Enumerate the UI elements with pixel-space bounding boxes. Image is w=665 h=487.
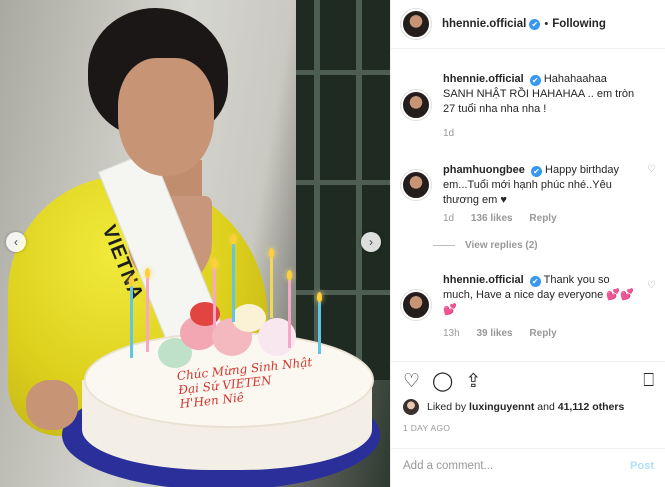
- hand: [26, 380, 78, 430]
- next-photo-button[interactable]: ›: [361, 232, 381, 252]
- like-comment-heart-icon[interactable]: ♡: [647, 164, 656, 175]
- header-username[interactable]: hhennie.official: [442, 18, 526, 30]
- candle: [146, 278, 149, 352]
- likes-and: and: [537, 401, 555, 413]
- avatar[interactable]: [401, 290, 431, 320]
- comment-username[interactable]: hhennie.official: [443, 73, 524, 85]
- candle-flame: [129, 276, 134, 286]
- candle-flame: [212, 258, 217, 268]
- add-comment-bar: Post: [391, 448, 665, 481]
- avatar[interactable]: [401, 170, 431, 200]
- avatar[interactable]: [401, 90, 431, 120]
- likes-user[interactable]: luxinguyennt: [469, 401, 534, 413]
- comments-list[interactable]: hhennie.official ✔ Hahahaahaa SANH NHẬT …: [391, 50, 665, 360]
- bookmark-icon[interactable]: ⎕: [643, 370, 654, 391]
- candle: [288, 280, 291, 348]
- verified-badge-icon: ✔: [529, 276, 541, 287]
- action-icons: ♡ ◯ ⇪: [403, 370, 481, 393]
- likes-summary: Liked by luxinguyennt and 41,112 others: [403, 399, 624, 415]
- avatar[interactable]: [403, 399, 419, 415]
- comment-icon[interactable]: ◯: [432, 370, 453, 393]
- comment-time[interactable]: 1d: [443, 213, 454, 224]
- separator-dot: •: [544, 18, 549, 30]
- verified-badge-icon: ✔: [529, 75, 541, 86]
- candle-flame: [145, 268, 150, 278]
- likes-prefix: Liked by: [427, 401, 467, 413]
- candle: [130, 286, 133, 358]
- face: [118, 58, 214, 176]
- verified-badge-icon: ✔: [529, 18, 541, 30]
- view-replies-button[interactable]: View replies (2): [433, 240, 538, 251]
- candle: [270, 258, 273, 318]
- comment-username[interactable]: hhennie.official: [443, 274, 524, 286]
- avatar[interactable]: [401, 9, 431, 39]
- comment-text: hhennie.official ✔ Hahahaahaa SANH NHẬT …: [443, 72, 640, 117]
- candle: [213, 268, 216, 328]
- post-photo[interactable]: VIETNA Chúc Mừng Sinh Nhật Đại Sứ VIETEN…: [0, 0, 390, 487]
- comment-likes[interactable]: 39 likes: [476, 328, 512, 339]
- like-comment-heart-icon[interactable]: ♡: [647, 280, 656, 291]
- heart-icon[interactable]: ♡: [403, 370, 420, 393]
- candle: [232, 244, 235, 322]
- chevron-left-icon: ‹: [14, 235, 18, 249]
- share-icon[interactable]: ⇪: [465, 370, 481, 393]
- candle-flame: [269, 248, 274, 258]
- candle-flame: [317, 292, 322, 302]
- comment-input[interactable]: [403, 455, 603, 477]
- likes-count[interactable]: 41,112 others: [558, 401, 625, 413]
- comment-username[interactable]: phamhuongbee: [443, 164, 525, 176]
- candle-flame: [287, 270, 292, 280]
- window-frame: [296, 0, 390, 380]
- reply-button[interactable]: Reply: [529, 328, 556, 339]
- comment-item: hhennie.official ✔ Thank you so much, Ha…: [401, 264, 656, 354]
- post-actions: ♡ ◯ ⇪ ⎕ Liked by luxinguyennt and 41,112…: [391, 361, 665, 479]
- reply-button[interactable]: Reply: [529, 213, 556, 224]
- comment-meta: 13h 39 likes Reply: [443, 328, 571, 339]
- chevron-right-icon: ›: [369, 235, 373, 249]
- candle-flame: [231, 234, 236, 244]
- comment-time[interactable]: 1d: [443, 128, 454, 139]
- post-header: hhennie.official ✔ • Following: [391, 0, 665, 49]
- comment-text: hhennie.official ✔ Thank you so much, Ha…: [443, 273, 640, 318]
- candle: [318, 302, 321, 354]
- comment-likes[interactable]: 136 likes: [471, 213, 513, 224]
- comment-time[interactable]: 13h: [443, 328, 460, 339]
- post-time[interactable]: 1 DAY AGO: [403, 423, 450, 433]
- previous-photo-button[interactable]: ‹: [6, 232, 26, 252]
- following-button[interactable]: Following: [552, 18, 606, 30]
- verified-badge-icon: ✔: [530, 166, 542, 177]
- comment-meta: 1d 136 likes Reply: [443, 213, 571, 224]
- comment-text: phamhuongbee ✔ Happy birthday em...Tuổi …: [443, 163, 640, 208]
- post-sidebar: hhennie.official ✔ • Following hhennie.o…: [390, 0, 665, 487]
- comment-meta: 1d: [443, 128, 468, 139]
- post-button[interactable]: Post: [630, 460, 654, 472]
- caption-comment: hhennie.official ✔ Hahahaahaa SANH NHẬT …: [401, 50, 656, 150]
